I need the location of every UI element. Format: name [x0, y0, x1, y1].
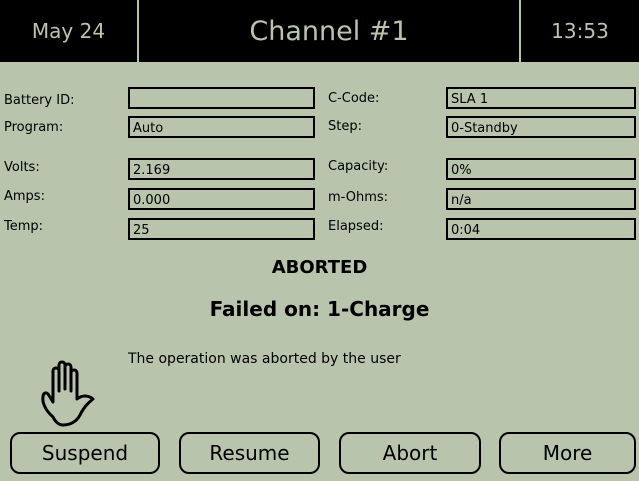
elapsed-field: 0:04 — [446, 218, 636, 240]
volts-field: 2.169 — [128, 158, 315, 180]
capacity-field: 0% — [446, 158, 636, 180]
failed-step: Failed on: 1-Charge — [209, 297, 430, 321]
step-value: 0-Standby — [451, 121, 518, 136]
amps-value: 0.000 — [133, 193, 171, 208]
step-field: 0-Standby — [446, 116, 636, 138]
header-bar: May 24 Channel #1 13:53 — [0, 0, 639, 62]
c-code-field: SLA 1 — [446, 87, 636, 109]
capacity-value: 0% — [451, 163, 472, 178]
m-ohms-field: n/a — [446, 188, 636, 210]
program-value: Auto — [133, 121, 164, 136]
amps-label: Amps: — [4, 189, 45, 204]
elapsed-value: 0:04 — [451, 223, 481, 238]
capacity-label: Capacity: — [328, 159, 389, 174]
volts-value: 2.169 — [133, 163, 171, 178]
header-time: 13:53 — [551, 19, 609, 43]
abort-button[interactable]: Abort — [339, 432, 481, 474]
amps-field: 0.000 — [128, 188, 315, 210]
hand-stop-icon — [41, 360, 95, 427]
battery-id-label: Battery ID: — [4, 93, 75, 108]
m-ohms-label: m-Ohms: — [328, 190, 389, 205]
program-label: Program: — [4, 120, 64, 135]
suspend-button[interactable]: Suspend — [10, 432, 160, 474]
temp-field: 25 — [128, 218, 315, 240]
header-date: May 24 — [31, 19, 106, 43]
program-field: Auto — [128, 116, 315, 138]
volts-label: Volts: — [4, 160, 40, 175]
battery-id-field — [128, 87, 315, 109]
c-code-value: SLA 1 — [451, 92, 489, 107]
channel-title: Channel #1 — [249, 15, 409, 47]
temp-value: 25 — [133, 223, 150, 238]
status-message: The operation was aborted by the user — [128, 351, 401, 367]
temp-label: Temp: — [4, 219, 44, 234]
status-state: ABORTED — [271, 257, 368, 278]
more-button[interactable]: More — [499, 432, 636, 474]
elapsed-label: Elapsed: — [328, 219, 384, 234]
m-ohms-value: n/a — [451, 193, 472, 208]
step-label: Step: — [328, 119, 362, 134]
c-code-label: C-Code: — [328, 91, 380, 106]
resume-button[interactable]: Resume — [179, 432, 320, 474]
